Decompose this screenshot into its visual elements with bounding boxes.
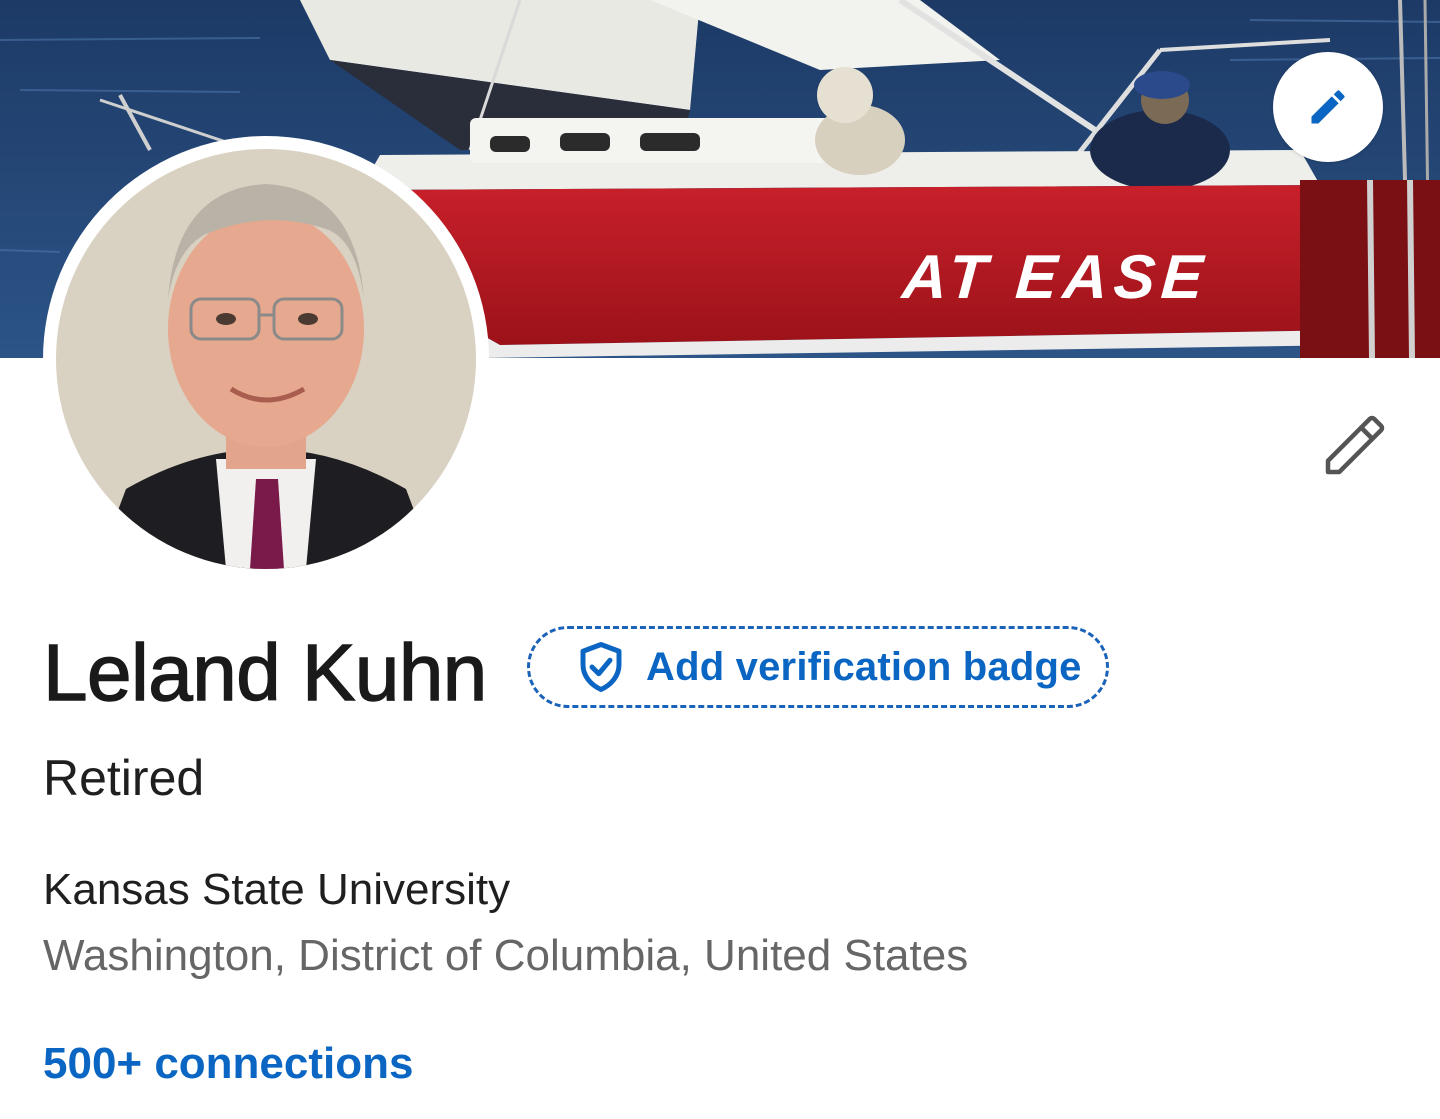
avatar-photo [56,149,476,569]
profile-education[interactable]: Kansas State University [43,862,510,918]
pencil-icon [1325,415,1385,475]
edit-intro-button[interactable] [1310,400,1400,490]
profile-location: Washington, District of Columbia, United… [43,931,969,980]
verification-label: Add verification badge [646,644,1082,689]
profile-headline: Retired [43,750,205,806]
add-verification-badge-button[interactable]: Add verification badge [527,626,1109,708]
edit-cover-button[interactable] [1273,52,1383,162]
boat-name-text: AT EASE [898,243,1211,312]
pencil-icon [1311,90,1345,124]
profile-avatar[interactable] [43,136,489,582]
profile-name: Leland Kuhn [42,627,488,717]
shield-check-icon [580,642,622,692]
connections-link[interactable]: 500+ connections [43,1036,413,1092]
